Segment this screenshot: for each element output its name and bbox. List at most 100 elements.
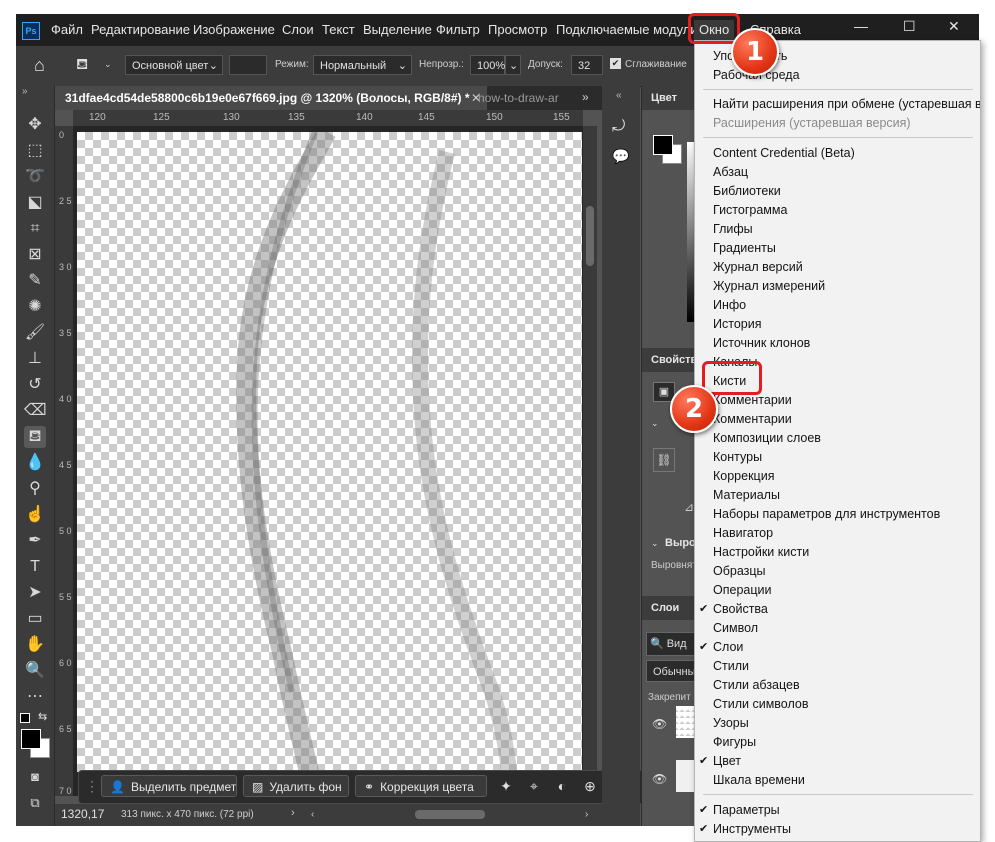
menu-item-layers[interactable]: Слои <box>713 640 743 659</box>
select-subject-button[interactable]: 👤 Выделить предмет <box>101 775 237 797</box>
menu-edit[interactable]: Редактирование <box>91 22 190 37</box>
zoom-tool-icon[interactable]: 🔍 <box>24 660 46 682</box>
layer-thumbnail[interactable] <box>676 760 695 792</box>
menu-item-histogram[interactable]: Гистограмма <box>713 203 787 222</box>
chevron-down-icon[interactable]: ⌄ <box>651 418 659 429</box>
menu-item-navigator[interactable]: Навигатор <box>713 526 773 545</box>
pattern-picker[interactable] <box>229 55 267 75</box>
antialias-checkbox[interactable]: ✔ <box>610 58 621 69</box>
maximize-icon[interactable]: ☐ <box>903 18 916 35</box>
transform-icon[interactable]: ⌖ <box>525 777 543 795</box>
horizontal-scroll-thumb[interactable] <box>415 810 485 819</box>
collapse-icon[interactable]: » <box>22 86 28 97</box>
type-tool-icon[interactable]: T <box>24 556 46 578</box>
menu-item-measurement-log[interactable]: Журнал измерений <box>713 279 825 298</box>
blur-tool-icon[interactable]: 💧 <box>24 452 46 474</box>
menu-layers[interactable]: Слои <box>282 22 314 37</box>
tolerance-input[interactable]: 32 <box>571 55 603 75</box>
visibility-eye-icon[interactable]: 👁 <box>652 772 667 786</box>
collapse-icon[interactable]: « <box>616 90 622 101</box>
menu-item-paragraph-styles[interactable]: Стили абзацев <box>713 678 800 697</box>
visibility-eye-icon[interactable]: 👁 <box>652 717 667 731</box>
layers-filter-search[interactable]: 🔍 Вид <box>646 632 697 656</box>
menu-filter[interactable]: Фильтр <box>436 22 480 37</box>
foreground-color-swatch[interactable] <box>653 135 673 155</box>
menu-item-history[interactable]: История <box>713 317 761 336</box>
home-icon[interactable]: ⌂ <box>34 55 45 76</box>
menu-item-version-history[interactable]: Журнал версий <box>713 260 803 279</box>
menu-image[interactable]: Изображение <box>193 22 275 37</box>
layer-thumbnail[interactable] <box>676 706 695 738</box>
hand-tool-icon[interactable]: ✋ <box>24 634 46 656</box>
link-icon[interactable]: ⛓ <box>653 448 675 472</box>
vertical-scrollbar[interactable] <box>583 126 597 796</box>
chevron-left-icon[interactable]: ‹ <box>311 809 314 820</box>
path-selection-tool-icon[interactable]: ➤ <box>24 582 46 604</box>
menu-item-tool-presets[interactable]: Наборы параметров для инструментов <box>713 507 940 526</box>
menu-item-info[interactable]: Инфо <box>713 298 746 317</box>
menu-type[interactable]: Текст <box>322 22 355 37</box>
menu-item-shapes[interactable]: Фигуры <box>713 735 756 754</box>
clone-stamp-tool-icon[interactable]: ⊥ <box>24 348 46 370</box>
generative-fill-icon[interactable]: ✦ <box>497 777 515 795</box>
contrast-icon[interactable]: ◐ <box>553 777 571 795</box>
rectangle-tool-icon[interactable]: ▭ <box>24 608 46 630</box>
document-canvas[interactable] <box>77 132 582 772</box>
quick-mask-icon[interactable]: ◙ <box>24 766 46 788</box>
menu-item-styles[interactable]: Стили <box>713 659 749 678</box>
screen-mode-icon[interactable]: ⧉ <box>24 792 46 814</box>
remove-background-button[interactable]: ▨ Удалить фон <box>243 775 349 797</box>
menu-item-character[interactable]: Символ <box>713 621 758 640</box>
menu-item-glyphs[interactable]: Глифы <box>713 222 753 241</box>
menu-plugins[interactable]: Подключаемые модули <box>556 22 698 37</box>
foreground-color-swatch[interactable] <box>21 729 41 749</box>
scrollbar-thumb[interactable] <box>586 206 594 266</box>
menu-item-swatches[interactable]: Образцы <box>713 564 766 583</box>
chevron-down-icon[interactable]: ⌄ <box>651 538 659 549</box>
menu-item-comments-2[interactable]: Комментарии <box>713 412 792 431</box>
tab-inactive-document[interactable]: how-to-draw-ar <box>468 86 588 110</box>
paint-bucket-tool-icon[interactable]: ⛾ <box>24 426 46 448</box>
menu-item-content-credential[interactable]: Content Credential (Beta) <box>713 146 855 165</box>
menu-item-character-styles[interactable]: Стили символов <box>713 697 809 716</box>
marquee-tool-icon[interactable]: ⬚ <box>24 140 46 162</box>
frame-tool-icon[interactable]: ⊠ <box>24 244 46 266</box>
menu-item-options[interactable]: Параметры <box>713 803 780 822</box>
paint-bucket-icon[interactable]: ⛾ <box>76 56 88 75</box>
canvas-area[interactable] <box>73 126 583 796</box>
menu-item-materials[interactable]: Материалы <box>713 488 780 507</box>
history-panel-icon[interactable]: ⤾ <box>612 118 625 136</box>
add-layer-icon[interactable]: ⊕ <box>581 777 599 795</box>
more-tabs-icon[interactable]: » <box>582 90 589 104</box>
blend-mode-select[interactable]: Обычны <box>646 660 695 682</box>
layers-panel-title[interactable]: Слои <box>651 602 679 614</box>
color-correction-button[interactable]: ⚭ Коррекция цвета <box>355 775 487 797</box>
more-tools-icon[interactable]: ⋯ <box>24 686 46 708</box>
menu-select[interactable]: Выделение <box>363 22 432 37</box>
default-colors-icon[interactable] <box>20 713 30 723</box>
smudge-tool-icon[interactable]: ☝ <box>24 504 46 526</box>
menu-item-tools[interactable]: Инструменты <box>713 822 791 841</box>
menu-item-patterns[interactable]: Узоры <box>713 716 749 735</box>
menu-item-paths[interactable]: Контуры <box>713 450 762 469</box>
eyedropper-tool-icon[interactable]: ✎ <box>24 270 46 292</box>
tab-active-document[interactable]: 31dfae4cd54de58800c6b19e0e67f669.jpg @ 1… <box>55 86 487 110</box>
pen-tool-icon[interactable]: ✒ <box>24 530 46 552</box>
fill-source-select[interactable]: Основной цвет ⌄ <box>125 55 223 75</box>
menu-view[interactable]: Просмотр <box>488 22 547 37</box>
zoom-level[interactable]: 1320,17 <box>61 807 104 821</box>
menu-item-clone-source[interactable]: Источник клонов <box>713 336 810 355</box>
close-icon[interactable]: ✕ <box>948 18 960 35</box>
mode-select[interactable]: Нормальный ⌄ <box>313 55 412 75</box>
opacity-dropdown[interactable]: ⌄ <box>505 55 521 75</box>
opacity-input[interactable]: 100% <box>470 55 505 75</box>
chevron-right-icon[interactable]: › <box>585 809 588 820</box>
menu-item-color[interactable]: Цвет <box>713 754 741 773</box>
menu-item-find-extensions[interactable]: Найти расширения при обмене (устаревшая … <box>713 97 980 116</box>
drag-handle-icon[interactable]: ⋮ <box>83 777 101 795</box>
brush-tool-icon[interactable]: 🖌 <box>24 322 46 344</box>
menu-item-adjustments[interactable]: Коррекция <box>713 469 774 488</box>
menu-item-actions[interactable]: Операции <box>713 583 771 602</box>
menu-item-paragraph[interactable]: Абзац <box>713 165 748 184</box>
menu-file[interactable]: Файл <box>51 22 83 37</box>
